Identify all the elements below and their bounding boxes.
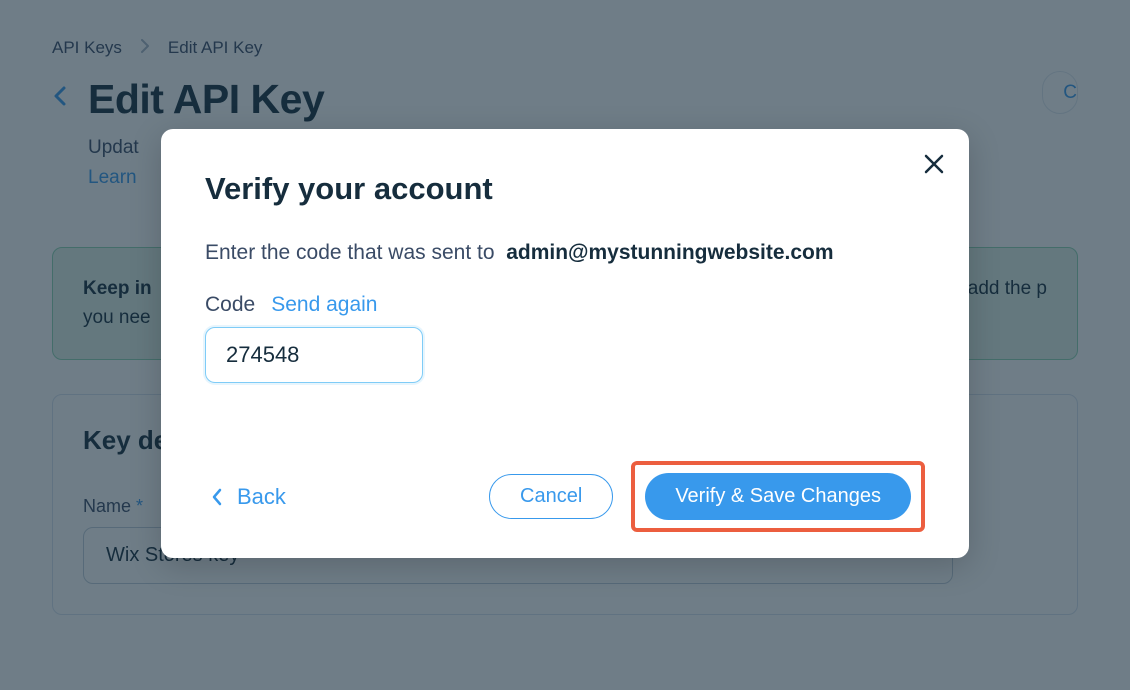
code-label: Code — [205, 293, 255, 317]
modal-overlay: Verify your account Enter the code that … — [0, 0, 1130, 690]
modal-title: Verify your account — [205, 171, 925, 207]
modal-footer: Back Cancel Verify & Save Changes — [205, 461, 925, 532]
cancel-button[interactable]: Cancel — [489, 474, 613, 519]
close-icon[interactable] — [923, 153, 945, 180]
modal-prompt: Enter the code that was sent to admin@my… — [205, 241, 925, 265]
verify-button-highlight: Verify & Save Changes — [631, 461, 925, 532]
chevron-left-icon — [211, 488, 223, 506]
code-label-row: Code Send again — [205, 293, 925, 317]
code-input[interactable] — [205, 327, 423, 383]
verify-account-modal: Verify your account Enter the code that … — [161, 129, 969, 558]
verify-save-button[interactable]: Verify & Save Changes — [645, 473, 911, 520]
send-again-link[interactable]: Send again — [271, 293, 377, 317]
back-button[interactable]: Back — [205, 480, 292, 514]
verification-email: admin@mystunningwebsite.com — [506, 241, 833, 264]
back-button-label: Back — [237, 484, 286, 510]
